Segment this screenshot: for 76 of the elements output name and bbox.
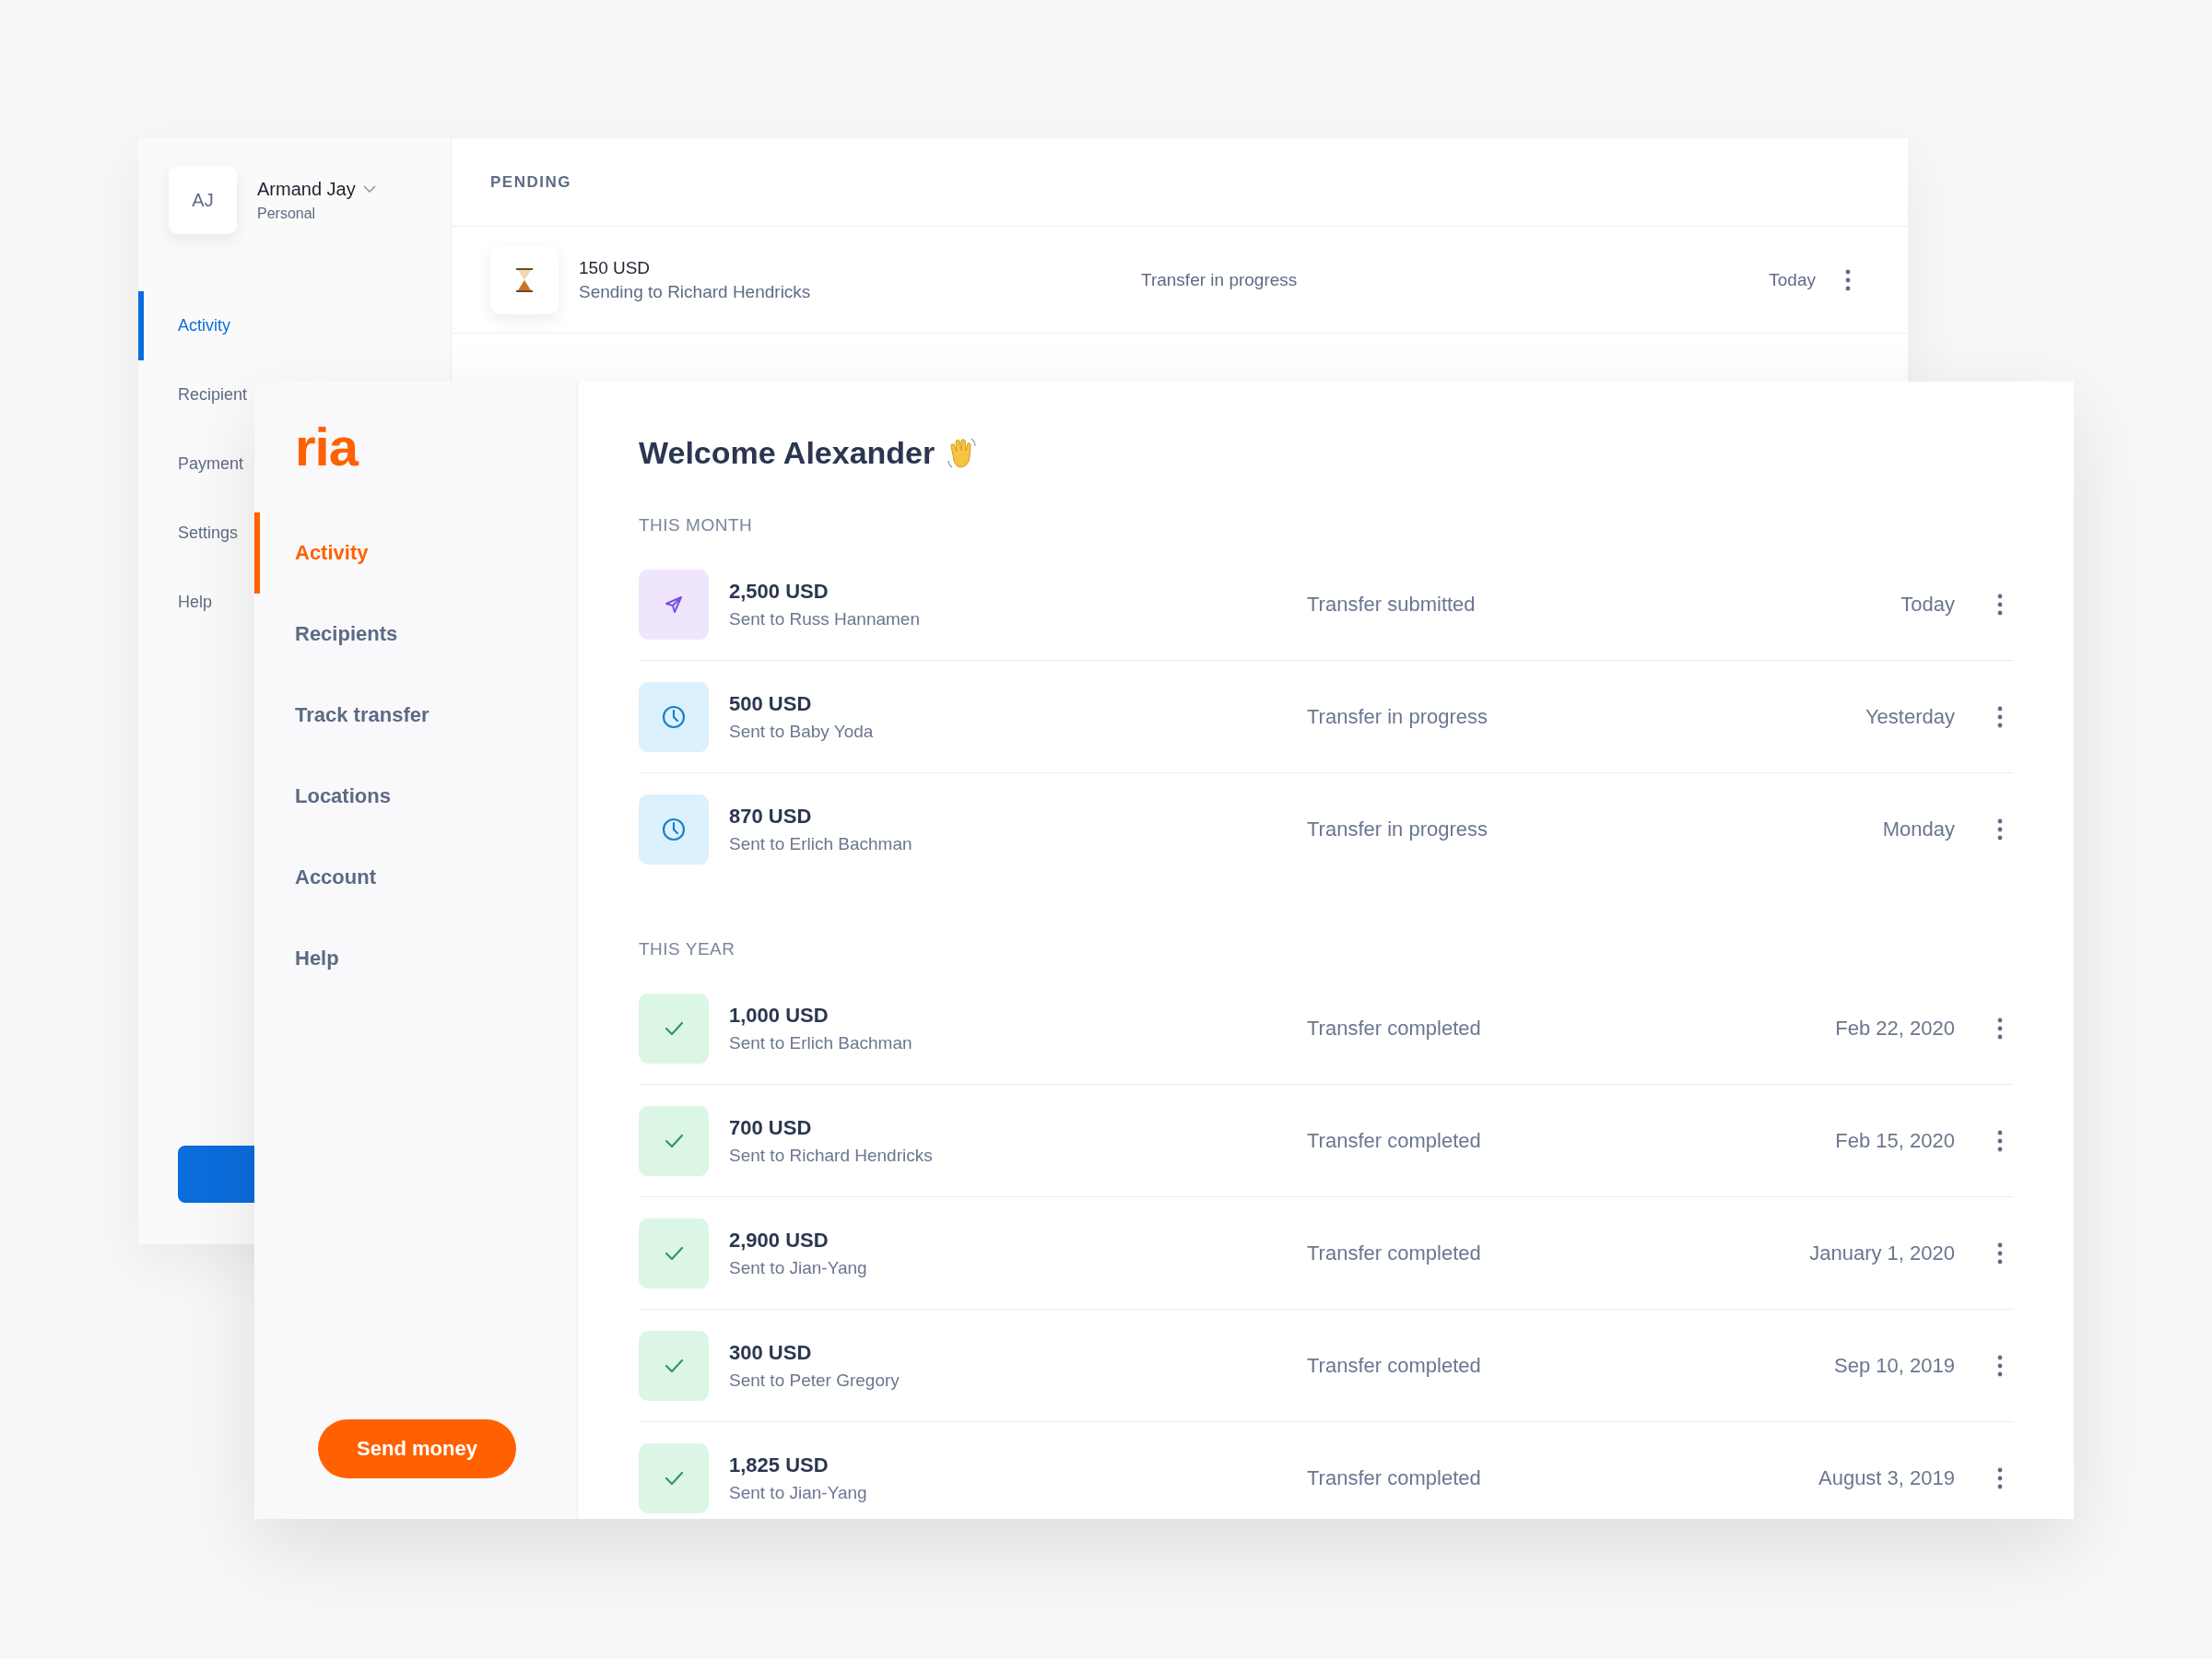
- paper-plane-icon: [639, 569, 709, 640]
- transfer-amount: 2,900 USD: [729, 1228, 830, 1253]
- transfer-date: Yesterday: [1865, 704, 1955, 729]
- check-icon: [639, 1330, 709, 1401]
- nav-item[interactable]: Help: [254, 918, 577, 999]
- transfer-date: August 3, 2019: [1818, 1466, 1955, 1490]
- waving-hand-icon: [946, 436, 978, 470]
- transfer-status: Transfer in progress: [1141, 269, 1298, 289]
- nav-item[interactable]: Help: [178, 568, 213, 637]
- more-options-icon[interactable]: [1997, 1129, 2003, 1152]
- clock-icon: [639, 681, 709, 752]
- transfer-recipient: Sent to Erlich Bachman: [729, 834, 913, 854]
- account-type: Personal: [257, 205, 317, 222]
- user-name[interactable]: Armand Jay: [257, 178, 356, 200]
- more-options-icon[interactable]: [1997, 818, 2003, 841]
- welcome-heading: Welcome Alexander: [639, 435, 935, 471]
- nav-item[interactable]: Recipients: [254, 594, 577, 675]
- transfer-date: Monday: [1882, 818, 1955, 841]
- nav-item[interactable]: Activity: [138, 291, 230, 360]
- transfer-amount: 500 USD: [729, 691, 813, 716]
- section-heading: THIS MONTH: [639, 515, 753, 535]
- nav-item[interactable]: Recipient: [178, 360, 248, 429]
- check-icon: [639, 993, 709, 1064]
- nav-item[interactable]: Activity: [254, 512, 577, 594]
- send-money-button[interactable]: Send money: [318, 1419, 516, 1478]
- transfer-status: Transfer in progress: [1307, 704, 1488, 728]
- transfer-amount: 2,500 USD: [729, 579, 830, 604]
- section-heading: THIS YEAR: [639, 939, 735, 959]
- transfer-date: Sep 10, 2019: [1834, 1353, 1955, 1378]
- transfer-status: Transfer completed: [1307, 1466, 1481, 1489]
- more-options-icon[interactable]: [1997, 1467, 2003, 1489]
- logo: ria: [295, 420, 358, 474]
- transfer-date: Feb 22, 2020: [1835, 1016, 1955, 1041]
- more-options-icon[interactable]: [1997, 1017, 2003, 1040]
- transfer-status: Transfer in progress: [1307, 818, 1488, 841]
- hourglass-icon: [490, 245, 559, 314]
- transfer-recipient: Sending to Richard Hendricks: [579, 281, 812, 302]
- more-options-icon[interactable]: [1997, 705, 2003, 728]
- transfer-date: Feb 15, 2020: [1835, 1128, 1955, 1153]
- transfer-recipient: Sent to Jian-Yang: [729, 1483, 868, 1503]
- user-avatar[interactable]: AJ: [169, 166, 237, 234]
- clock-icon: [639, 794, 709, 865]
- more-options-icon[interactable]: [1997, 1354, 2003, 1377]
- nav-item[interactable]: Account: [254, 837, 577, 918]
- transfer-date: Today: [1769, 269, 1816, 290]
- transfer-amount: 870 USD: [729, 805, 813, 829]
- nav-item[interactable]: Settings: [178, 499, 239, 568]
- check-icon: [639, 1443, 709, 1513]
- transfer-amount: 300 USD: [729, 1340, 813, 1365]
- check-icon: [639, 1218, 709, 1288]
- transfer-date: January 1, 2020: [1809, 1241, 1955, 1265]
- transfer-status: Transfer completed: [1307, 1241, 1481, 1265]
- transfer-recipient: Sent to Jian-Yang: [729, 1257, 868, 1278]
- section-heading: PENDING: [490, 172, 571, 192]
- chevron-down-icon[interactable]: [362, 185, 376, 193]
- transfer-recipient: Sent to Erlich Bachman: [729, 1032, 913, 1053]
- transfer-status: Transfer completed: [1307, 1016, 1481, 1040]
- transfer-amount: 150 USD: [579, 257, 652, 278]
- nav-item[interactable]: Locations: [254, 756, 577, 837]
- transfer-amount: 1,000 USD: [729, 1003, 830, 1028]
- more-options-icon[interactable]: [1997, 593, 2003, 616]
- transfer-recipient: Sent to Richard Hendricks: [729, 1145, 934, 1166]
- transfer-amount: 1,825 USD: [729, 1453, 830, 1477]
- transfer-date: Today: [1900, 592, 1955, 617]
- more-options-icon[interactable]: [1997, 1241, 2003, 1265]
- nav-item[interactable]: Track transfer: [254, 675, 577, 756]
- more-options-icon[interactable]: [1845, 268, 1851, 291]
- transfer-recipient: Sent to Peter Gregory: [729, 1370, 900, 1391]
- transfer-status: Transfer completed: [1307, 1353, 1481, 1377]
- nav-item[interactable]: Payment: [178, 429, 244, 499]
- transfer-status: Transfer completed: [1307, 1128, 1481, 1152]
- transfer-recipient: Sent to Russ Hannamen: [729, 608, 921, 629]
- transfer-amount: 700 USD: [729, 1115, 813, 1140]
- transfer-recipient: Sent to Baby Yoda: [729, 721, 875, 742]
- transfer-status: Transfer submitted: [1307, 592, 1476, 616]
- check-icon: [639, 1105, 709, 1176]
